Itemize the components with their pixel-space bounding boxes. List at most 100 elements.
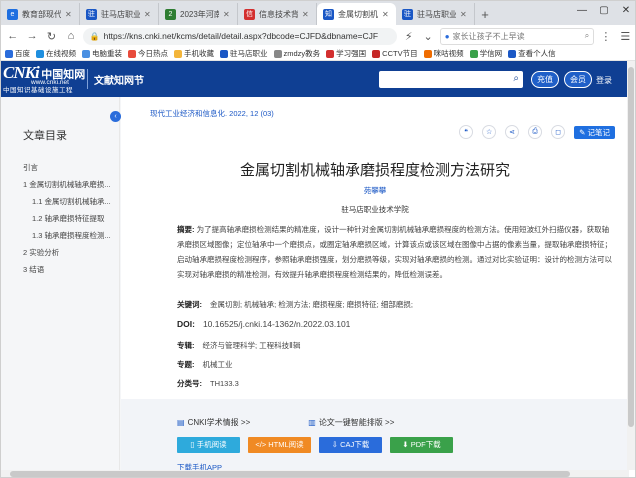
pdf-download-button[interactable]: ⬇ PDF下载 bbox=[390, 437, 453, 453]
tab-title: 金属切割机械 bbox=[338, 9, 378, 19]
home-icon[interactable]: ⌂ bbox=[63, 28, 78, 44]
bookmark-item[interactable]: 查看个人信 bbox=[508, 48, 556, 59]
lightning-icon[interactable]: ⚡ bbox=[401, 28, 416, 44]
new-tab-button[interactable]: + bbox=[475, 3, 495, 25]
browser-window: e教育部现代职业✕ 驻驻马店职业技术✕ 22023年河南省✕ 信信息技术背景下✕… bbox=[0, 0, 636, 478]
horizontal-scrollbar[interactable] bbox=[1, 470, 629, 477]
bookmark-item[interactable]: 今日热点 bbox=[128, 48, 168, 59]
doi-row: DOI: 10.16525/j.cnki.14-1362/n.2022.03.10… bbox=[177, 319, 351, 329]
tab-4-active[interactable]: 知金属切割机械 ✕ bbox=[317, 3, 396, 25]
phone-icon: ▯ bbox=[190, 440, 195, 449]
search-placeholder: 家长让孩子不上早读 bbox=[452, 31, 525, 41]
scrollbar-thumb[interactable] bbox=[628, 67, 634, 427]
menu-icon[interactable]: ☰ bbox=[618, 28, 633, 44]
address-bar[interactable]: 🔒 https://kns.cnki.net/kcms/detail/detai… bbox=[82, 27, 397, 45]
smart-format-link[interactable]: ▥ 论文一键智能排版 >> bbox=[308, 417, 394, 428]
bookmark-item[interactable]: 学信网 bbox=[469, 48, 502, 59]
search-engine-icon: ● bbox=[444, 31, 450, 41]
member-button[interactable]: 会员 bbox=[564, 71, 592, 88]
chevron-down-icon[interactable]: ⌄ bbox=[420, 28, 435, 44]
bookmark-icon bbox=[372, 49, 381, 58]
classification-row: 分类号: TH133.3 bbox=[177, 379, 239, 388]
close-icon[interactable]: ✕ bbox=[144, 10, 152, 19]
bookmark-icon[interactable]: ◻ bbox=[551, 125, 566, 139]
reload-icon[interactable]: ↻ bbox=[44, 28, 59, 44]
vertical-scrollbar[interactable] bbox=[627, 61, 635, 470]
back-icon[interactable]: ← bbox=[5, 28, 20, 44]
bookmark-item[interactable]: CCTV节目 bbox=[372, 48, 418, 59]
quote-icon[interactable]: ❝ bbox=[459, 125, 474, 139]
bookmark-icon bbox=[128, 49, 136, 58]
scholar-link[interactable]: ▤ CNKI学术情报 >> bbox=[177, 417, 250, 428]
outline-item[interactable]: 2 实验分析 bbox=[23, 244, 115, 261]
bookmark-item[interactable]: 电脑重装 bbox=[82, 48, 122, 59]
tab-favicon: 知 bbox=[323, 8, 334, 20]
bookmark-item[interactable]: 百度 bbox=[5, 48, 30, 59]
scrollbar-thumb[interactable] bbox=[10, 471, 570, 477]
tab-title: 2023年河南省 bbox=[180, 9, 219, 19]
collapse-sidebar-icon[interactable]: ‹ bbox=[110, 111, 121, 122]
bookmark-item[interactable]: 手机收藏 bbox=[174, 48, 214, 59]
outline-item[interactable]: 3 结语 bbox=[23, 261, 115, 278]
cnki-header: CNKi 中国知网 www.cnki.net 中国知识基础设施工程 文献知网节 … bbox=[1, 61, 629, 97]
outline-item[interactable]: 引言 bbox=[23, 159, 115, 176]
cnki-search-input[interactable]: ⌕ bbox=[379, 71, 523, 88]
mobile-read-button[interactable]: ▯ 手机阅读 bbox=[177, 437, 240, 453]
tab-5[interactable]: 驻驻马店职业技术 ✕ bbox=[396, 3, 475, 25]
forward-icon[interactable]: → bbox=[24, 28, 39, 44]
outline-list: 引言 1 金属切割机械轴承磨损... 1.1 金属切割机械轴承... 1.2 轴… bbox=[23, 159, 115, 278]
close-icon[interactable]: ✕ bbox=[65, 10, 73, 19]
close-icon[interactable]: ✕ bbox=[223, 10, 231, 19]
search-icon[interactable]: ⌕ bbox=[513, 73, 519, 84]
search-box[interactable]: ● 家长让孩子不上早读 ⌕ bbox=[439, 27, 595, 45]
html-read-button[interactable]: </> HTML阅读 bbox=[248, 437, 311, 453]
caj-download-button[interactable]: ⇩ CAJ下载 bbox=[319, 437, 382, 453]
journal-citation[interactable]: 现代工业经济和信息化. 2022, 12 (03) bbox=[150, 108, 274, 119]
minimize-button[interactable]: — bbox=[571, 1, 593, 21]
outline-heading: 文章目录 bbox=[23, 130, 67, 142]
star-icon[interactable]: ☆ bbox=[482, 125, 497, 139]
close-window-button[interactable]: ✕ bbox=[615, 1, 635, 21]
article-toolbar: ❝ ☆ ⋖ ⎙ ◻ ✎ 记笔记 bbox=[459, 125, 615, 139]
bookmark-item[interactable]: zmdzy教务 bbox=[273, 48, 320, 59]
tab-2[interactable]: 2 2023年河南省 ✕ bbox=[159, 3, 238, 25]
print-icon[interactable]: ⎙ bbox=[528, 125, 543, 139]
bookmark-item[interactable]: 咪咕视频 bbox=[423, 48, 464, 59]
bookmark-item[interactable]: 驻马店职业 bbox=[220, 48, 268, 59]
lock-icon: 🔒 bbox=[89, 31, 100, 41]
download-buttons: ▯ 手机阅读 </> HTML阅读 ⇩ CAJ下载 ⬇ PDF下载 bbox=[177, 437, 453, 453]
outline-item[interactable]: 1.1 金属切割机械轴承... bbox=[23, 193, 115, 210]
extension-icon[interactable]: ⋮ bbox=[598, 28, 613, 44]
author-link[interactable]: 苑攀攀 bbox=[121, 185, 629, 196]
restore-button[interactable]: ▢ bbox=[593, 1, 615, 21]
keywords[interactable]: 金属切割; 机械轴承; 检测方法; 磨损程度; 磨损特征; 细部磨损; bbox=[210, 300, 413, 309]
share-icon[interactable]: ⋖ bbox=[505, 125, 520, 139]
recharge-button[interactable]: 充值 bbox=[531, 71, 559, 88]
tab-title: 驻马店职业技术 bbox=[101, 9, 140, 19]
bookmark-icon bbox=[423, 49, 432, 58]
login-link[interactable]: 登录 bbox=[596, 75, 612, 86]
close-icon[interactable]: ✕ bbox=[382, 10, 390, 19]
close-icon[interactable]: ✕ bbox=[302, 10, 310, 19]
bookmark-icon bbox=[82, 49, 90, 58]
chart-icon: ▤ bbox=[177, 418, 185, 427]
close-icon[interactable]: ✕ bbox=[460, 10, 468, 19]
outline-item[interactable]: 1.2 轴承磨损特征提取 bbox=[23, 210, 115, 227]
tab-0[interactable]: e 教育部现代职业 ✕ bbox=[1, 3, 80, 25]
outline-item[interactable]: 1.3 轴承磨损程度检测... bbox=[23, 227, 115, 244]
bookmark-item[interactable]: 在线视频 bbox=[36, 48, 76, 59]
bookmark-item[interactable]: 学习强国 bbox=[326, 48, 366, 59]
bookmark-icon bbox=[273, 49, 282, 58]
pdf-icon: ⬇ bbox=[402, 440, 409, 449]
take-note-button[interactable]: ✎ 记笔记 bbox=[574, 125, 615, 139]
outline-item[interactable]: 1 金属切割机械轴承磨损... bbox=[23, 176, 115, 193]
search-icon[interactable]: ⌕ bbox=[585, 31, 589, 41]
outline-sidebar: ‹ 文章目录 引言 1 金属切割机械轴承磨损... 1.1 金属切割机械轴承..… bbox=[1, 97, 121, 470]
app-download-link[interactable]: 下载手机APP bbox=[177, 462, 222, 470]
bookmarks-bar: 百度 在线视频 电脑重装 今日热点 手机收藏 驻马店职业 zmdzy教务 学习强… bbox=[1, 47, 635, 61]
abstract-text: 为了提高轴承磨损检测结果的精准度，设计一种针对金属切割机械轴承磨损程度的检测方法… bbox=[177, 225, 612, 279]
tab-3[interactable]: 信信息技术背景下 ✕ bbox=[238, 3, 317, 25]
tab-1[interactable]: 驻驻马店职业技术 ✕ bbox=[80, 3, 159, 25]
header-divider bbox=[87, 69, 88, 89]
organization[interactable]: 驻马店职业技术学院 bbox=[121, 204, 629, 215]
